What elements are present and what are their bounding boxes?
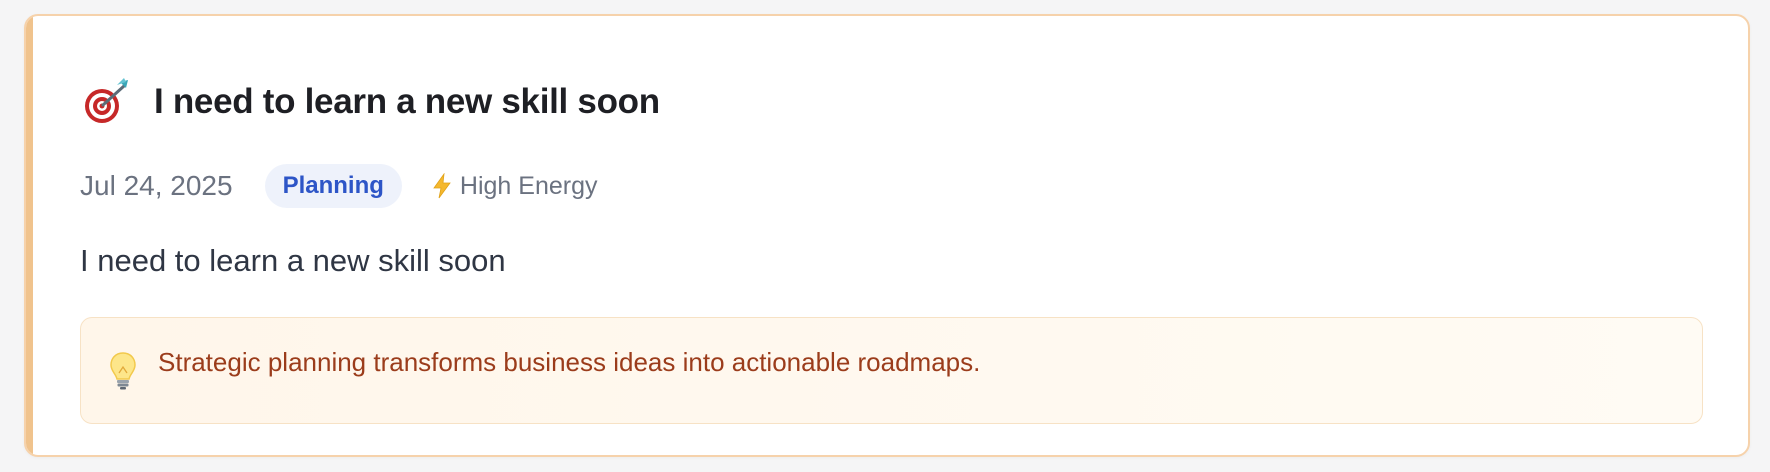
category-tag[interactable]: Planning [264,164,402,208]
entry-title: I need to learn a new skill soon [154,82,660,121]
entry-header: I need to learn a new skill soon [80,76,660,128]
energy-indicator: High Energy [432,172,598,201]
lightbulb-icon [109,351,137,391]
lightning-bolt-icon [432,172,452,199]
target-dart-icon [80,76,132,128]
card-accent-bar [26,16,33,455]
entry-meta: Jul 24, 2025 Planning High Energy [80,164,598,208]
entry-card[interactable]: I need to learn a new skill soon Jul 24,… [24,14,1750,457]
insight-box: Strategic planning transforms business i… [80,317,1703,424]
entry-content: I need to learn a new skill soon [80,243,506,278]
energy-label: High Energy [459,171,598,200]
insight-text: Strategic planning transforms business i… [158,347,981,377]
entry-date: Jul 24, 2025 [80,170,233,201]
